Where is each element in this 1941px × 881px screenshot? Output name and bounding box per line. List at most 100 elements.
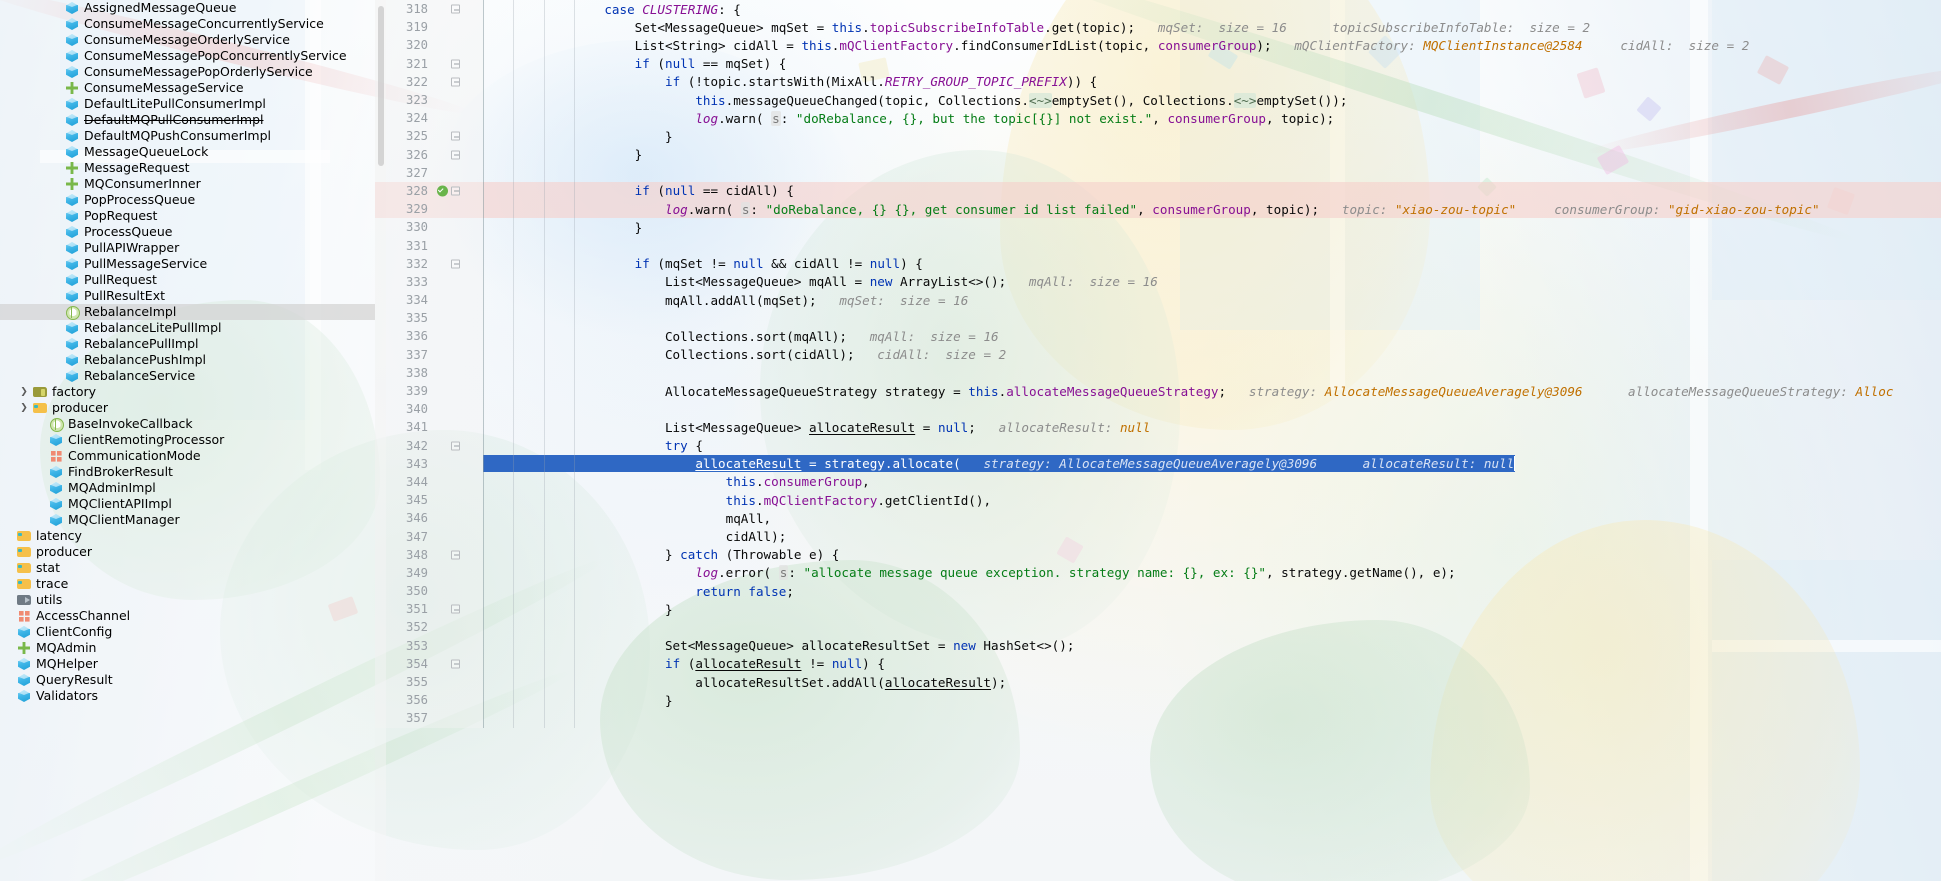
gutter-icon-strip[interactable] [435,291,483,310]
code-text[interactable] [483,163,1941,182]
code-text[interactable]: this.messageQueueChanged(topic, Collecti… [483,90,1941,110]
code-line[interactable]: 325 } [375,127,1941,146]
gutter-icon-strip[interactable] [435,145,483,164]
code-text[interactable]: this.consumerGroup, [483,472,1941,492]
tree-item-pullresultext[interactable]: PullResultExt [0,288,375,304]
gutter-icon-strip[interactable] [435,600,483,619]
code-line[interactable]: 354 if (allocateResult != null) { [375,654,1941,673]
code-line[interactable]: 355 allocateResultSet.addAll(allocateRes… [375,672,1941,692]
code-line[interactable]: 319 Set<MessageQueue> mqSet = this.topic… [375,18,1941,37]
code-text[interactable]: allocateResult = strategy.allocate( stra… [483,454,1941,473]
code-text[interactable]: } [483,127,1941,146]
tree-item-accesschannel[interactable]: AccessChannel [0,608,375,624]
code-text[interactable]: this.mQClientFactory.getClientId(), [483,491,1941,510]
gutter-icon-strip[interactable] [435,36,483,55]
gutter-icon-strip[interactable] [435,418,483,437]
code-text[interactable]: allocateResultSet.addAll(allocateResult)… [483,672,1941,692]
tree-item-communicationmode[interactable]: CommunicationMode [0,448,375,464]
code-line[interactable]: 334 mqAll.addAll(mqSet); mqSet: size = 1… [375,291,1941,310]
gutter-icon-strip[interactable] [435,72,483,91]
code-text[interactable] [483,236,1941,255]
tree-item-processqueue[interactable]: ProcessQueue [0,224,375,240]
code-line[interactable]: 347 cidAll); [375,527,1941,546]
code-line[interactable]: 353 Set<MessageQueue> allocateResultSet … [375,636,1941,655]
code-text[interactable]: log.warn( s: "doRebalance, {} {}, get co… [483,200,1941,219]
code-line[interactable]: 336 Collections.sort(mqAll); mqAll: size… [375,327,1941,346]
code-line[interactable]: 318 case CLUSTERING: { [375,0,1941,19]
code-text[interactable]: List<MessageQueue> mqAll = new ArrayList… [483,272,1941,291]
gutter-icon-strip[interactable] [435,654,483,673]
gutter-icon-strip[interactable] [435,272,483,291]
project-tree[interactable]: AssignedMessageQueue ConsumeMessageConcur… [0,0,375,704]
project-tool-window[interactable]: AssignedMessageQueue ConsumeMessageConcur… [0,0,375,881]
gutter-icon-strip[interactable] [435,127,483,146]
tree-item-rebalanceservice[interactable]: RebalanceService [0,368,375,384]
code-text[interactable]: Collections.sort(mqAll); mqAll: size = 1… [483,327,1941,346]
gutter-icon-strip[interactable] [435,218,483,237]
run-gutter-icon[interactable] [437,185,448,197]
code-line[interactable]: 342 try { [375,436,1941,455]
tree-item-rebalanceimpl[interactable]: RebalanceImpl [0,304,375,320]
code-text[interactable]: mqAll.addAll(mqSet); mqSet: size = 16 [483,291,1941,310]
gutter-icon-strip[interactable] [435,181,483,201]
code-fold-icon[interactable] [451,604,460,614]
code-text[interactable]: Collections.sort(cidAll); cidAll: size =… [483,345,1941,364]
gutter-icon-strip[interactable] [435,236,483,255]
code-text[interactable]: if (null == mqSet) { [483,54,1941,73]
gutter-icon-strip[interactable] [435,200,483,219]
code-text[interactable]: AllocateMessageQueueStrategy strategy = … [483,381,1941,401]
chevron-right-icon[interactable]: ❯ [16,400,32,416]
gutter-icon-strip[interactable] [435,509,483,528]
gutter-icon-strip[interactable] [435,18,483,37]
tree-item-mqhelper[interactable]: MQHelper [0,656,375,672]
gutter-icon-strip[interactable] [435,400,483,419]
code-text[interactable]: } [483,145,1941,164]
code-fold-icon[interactable] [451,659,460,669]
gutter-icon-strip[interactable] [435,90,483,110]
tree-item-trace[interactable]: trace [0,576,375,592]
code-text[interactable]: log.error( s: "allocate message queue ex… [483,563,1941,582]
gutter-icon-strip[interactable] [435,109,483,128]
code-text[interactable] [483,309,1941,328]
code-text[interactable]: case CLUSTERING: { [483,0,1941,19]
code-line[interactable]: 356 } [375,691,1941,710]
code-line[interactable]: 323 this.messageQueueChanged(topic, Coll… [375,90,1941,110]
code-line[interactable]: 335 [375,309,1941,328]
gutter-icon-strip[interactable] [435,381,483,401]
tree-item-defaultmqpushconsumerimpl[interactable]: DefaultMQPushConsumerImpl [0,128,375,144]
tree-item-pullapiwrapper[interactable]: PullAPIWrapper [0,240,375,256]
code-line[interactable]: 343 allocateResult = strategy.allocate( … [375,454,1941,473]
gutter-icon-strip[interactable] [435,491,483,510]
tree-item-messagequeuelock[interactable]: MessageQueueLock [0,144,375,160]
gutter-icon-strip[interactable] [435,672,483,692]
code-text[interactable] [483,363,1941,382]
code-line[interactable]: 349 log.error( s: "allocate message queu… [375,563,1941,582]
code-line[interactable]: 346 mqAll, [375,509,1941,528]
gutter-icon-strip[interactable] [435,582,483,601]
gutter-icon-strip[interactable] [435,454,483,473]
code-text[interactable]: Set<MessageQueue> allocateResultSet = ne… [483,636,1941,655]
code-fold-icon[interactable] [451,150,460,160]
tree-item-producer[interactable]: producer [0,544,375,560]
code-line[interactable]: 338 [375,363,1941,382]
gutter-icon-strip[interactable] [435,363,483,382]
code-text[interactable]: List<String> cidAll = this.mQClientFacto… [483,36,1941,55]
gutter-icon-strip[interactable] [435,709,483,728]
tree-item-assignedmessagequeue[interactable]: AssignedMessageQueue [0,0,375,16]
code-line[interactable]: 350 return false; [375,582,1941,601]
tree-item-defaultmqpullconsumerimpl[interactable]: DefaultMQPullConsumerImpl [0,112,375,128]
code-line[interactable]: 326 } [375,145,1941,164]
tree-item-utils[interactable]: utils [0,592,375,608]
code-line[interactable]: 344 this.consumerGroup, [375,472,1941,492]
gutter-icon-strip[interactable] [435,327,483,346]
code-text[interactable]: } [483,691,1941,710]
gutter-icon-strip[interactable] [435,163,483,182]
code-line[interactable]: 320 List<String> cidAll = this.mQClientF… [375,36,1941,55]
tree-item-mqconsumerinner[interactable]: MQConsumerInner [0,176,375,192]
gutter-icon-strip[interactable] [435,309,483,328]
code-fold-icon[interactable] [451,4,460,14]
gutter-icon-strip[interactable] [435,472,483,492]
tree-item-defaultlitepullconsumerimpl[interactable]: DefaultLitePullConsumerImpl [0,96,375,112]
tree-item-latency[interactable]: latency [0,528,375,544]
tree-item-rebalancelitepullimpl[interactable]: RebalanceLitePullImpl [0,320,375,336]
